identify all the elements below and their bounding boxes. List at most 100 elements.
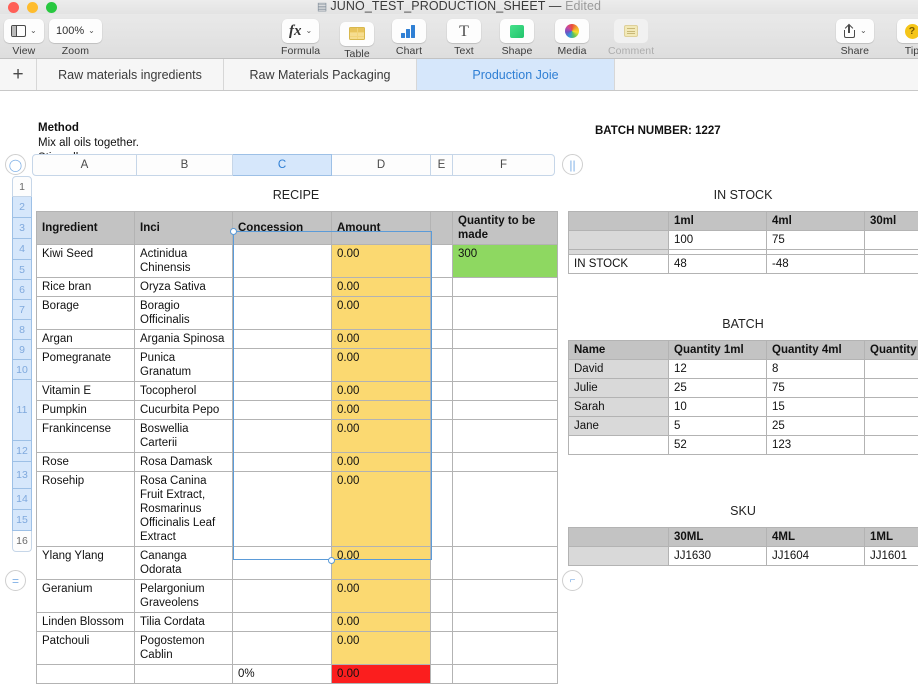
row-header-10[interactable]: 10 bbox=[12, 360, 32, 380]
cell-inci[interactable]: Rosa Canina Fruit Extract, Rosmarinus Of… bbox=[135, 472, 233, 547]
cell-concession[interactable] bbox=[233, 330, 332, 349]
cell-spacer[interactable] bbox=[431, 547, 453, 580]
recipe-col-ingredient[interactable]: Ingredient bbox=[37, 212, 135, 245]
cell-q1ml[interactable]: 10 bbox=[669, 398, 767, 417]
row-header-7[interactable]: 7 bbox=[12, 300, 32, 320]
cell-ingredient[interactable]: Rose bbox=[37, 453, 135, 472]
cell-concession[interactable] bbox=[233, 613, 332, 632]
cell-q30ml[interactable] bbox=[865, 360, 918, 379]
row-header-6[interactable]: 6 bbox=[12, 280, 32, 300]
text-button[interactable]: T bbox=[447, 19, 481, 43]
column-header-b[interactable]: B bbox=[137, 154, 233, 176]
cell-spacer[interactable] bbox=[431, 401, 453, 420]
sku-col-4ml[interactable]: 4ML bbox=[767, 528, 865, 547]
media-button[interactable] bbox=[555, 19, 589, 43]
cell-quantity[interactable]: 300 bbox=[453, 245, 558, 278]
cell-quantity[interactable] bbox=[453, 472, 558, 547]
cell-amount[interactable]: 0.00 bbox=[332, 382, 431, 401]
cell-ingredient[interactable]: Linden Blossom bbox=[37, 613, 135, 632]
in-stock-col-blank[interactable] bbox=[569, 212, 669, 231]
method-note[interactable]: Method Mix all oils together. Stir well bbox=[38, 121, 139, 151]
cell-quantity[interactable] bbox=[453, 330, 558, 349]
cell-concession[interactable] bbox=[233, 472, 332, 547]
circle-handle-icon[interactable]: ◯ bbox=[5, 154, 26, 175]
cell-spacer[interactable] bbox=[431, 665, 453, 684]
cell-4ml-total[interactable]: -48 bbox=[767, 255, 865, 274]
cell-inci[interactable] bbox=[135, 665, 233, 684]
cell-ingredient[interactable]: Borage bbox=[37, 297, 135, 330]
cell-amount[interactable]: 0.00 bbox=[332, 297, 431, 330]
recipe-col-amount[interactable]: Amount bbox=[332, 212, 431, 245]
cell-inci[interactable]: Actinidua Chinensis bbox=[135, 245, 233, 278]
row-header-2[interactable]: 2 bbox=[12, 197, 32, 218]
corner-handle-icon[interactable]: ⌐ bbox=[562, 570, 583, 591]
cell-inci[interactable]: Cucurbita Pepo bbox=[135, 401, 233, 420]
share-button[interactable]: ⌄ bbox=[836, 19, 874, 43]
cell-amount-total[interactable]: 0.00 bbox=[332, 665, 431, 684]
cell-concession[interactable] bbox=[233, 453, 332, 472]
cell-concession[interactable] bbox=[233, 401, 332, 420]
sku-col-1ml[interactable]: 1ML bbox=[865, 528, 918, 547]
column-header-c[interactable]: C bbox=[233, 154, 332, 176]
cell-spacer[interactable] bbox=[431, 420, 453, 453]
cell-ingredient[interactable]: Vitamin E bbox=[37, 382, 135, 401]
cell-q4ml[interactable]: 15 bbox=[767, 398, 865, 417]
cell-label-in-stock[interactable]: IN STOCK bbox=[569, 255, 669, 274]
cell-spacer[interactable] bbox=[431, 349, 453, 382]
in-stock-col-4ml[interactable]: 4ml bbox=[767, 212, 865, 231]
row-header-15[interactable]: 15 bbox=[12, 510, 32, 531]
cell-ingredient[interactable]: Pomegranate bbox=[37, 349, 135, 382]
cell-name[interactable]: Julie bbox=[569, 379, 669, 398]
cell-q1ml[interactable]: 5 bbox=[669, 417, 767, 436]
tips-button[interactable]: ? bbox=[897, 19, 918, 43]
selection-handle-bottom[interactable] bbox=[328, 557, 335, 564]
sheet-tab-raw-materials-ingredients[interactable]: Raw materials ingredients bbox=[37, 59, 224, 90]
column-header-a[interactable]: A bbox=[32, 154, 137, 176]
cell-q30ml[interactable] bbox=[865, 417, 918, 436]
cell-ingredient[interactable]: Frankincense bbox=[37, 420, 135, 453]
cell-quantity[interactable] bbox=[453, 632, 558, 665]
pause-handle-icon[interactable]: || bbox=[562, 154, 583, 175]
cell-amount[interactable]: 0.00 bbox=[332, 330, 431, 349]
sku-col-blank[interactable] bbox=[569, 528, 669, 547]
cell-amount[interactable]: 0.00 bbox=[332, 401, 431, 420]
cell-concession[interactable] bbox=[233, 382, 332, 401]
view-button[interactable]: ⌄ bbox=[4, 19, 44, 43]
cell-quantity[interactable] bbox=[453, 382, 558, 401]
cell-concession[interactable] bbox=[233, 632, 332, 665]
cell-concession[interactable] bbox=[233, 547, 332, 580]
cell-label[interactable] bbox=[569, 547, 669, 566]
add-sheet-button[interactable]: + bbox=[0, 59, 37, 90]
recipe-col-concession[interactable]: Concession bbox=[233, 212, 332, 245]
cell-inci[interactable]: Tilia Cordata bbox=[135, 613, 233, 632]
cell-q4ml[interactable]: 75 bbox=[767, 379, 865, 398]
cell-sku-30ml[interactable]: JJ1630 bbox=[669, 547, 767, 566]
cell-concession[interactable] bbox=[233, 580, 332, 613]
cell-inci[interactable]: Pogostemon Cablin bbox=[135, 632, 233, 665]
cell-ingredient[interactable]: Geranium bbox=[37, 580, 135, 613]
cell-name[interactable]: Sarah bbox=[569, 398, 669, 417]
cell-quantity[interactable] bbox=[453, 278, 558, 297]
cell-amount[interactable]: 0.00 bbox=[332, 349, 431, 382]
batch-col-q4ml[interactable]: Quantity 4ml bbox=[767, 341, 865, 360]
cell-amount[interactable]: 0.00 bbox=[332, 632, 431, 665]
cell-amount[interactable]: 0.00 bbox=[332, 420, 431, 453]
row-header-1[interactable]: 1 bbox=[12, 176, 32, 197]
cell-ingredient[interactable]: Rosehip bbox=[37, 472, 135, 547]
cell-spacer[interactable] bbox=[431, 297, 453, 330]
cell-concession[interactable] bbox=[233, 278, 332, 297]
cell-inci[interactable]: Tocopherol bbox=[135, 382, 233, 401]
row-header-14[interactable]: 14 bbox=[12, 489, 32, 510]
cell-inci[interactable]: Rosa Damask bbox=[135, 453, 233, 472]
cell-quantity[interactable] bbox=[453, 401, 558, 420]
shape-button[interactable] bbox=[500, 19, 534, 43]
cell-quantity[interactable] bbox=[453, 420, 558, 453]
cell-q1ml[interactable]: 12 bbox=[669, 360, 767, 379]
cell-q4ml[interactable]: 8 bbox=[767, 360, 865, 379]
cell-quantity[interactable] bbox=[453, 297, 558, 330]
cell-q30ml-total[interactable] bbox=[865, 436, 918, 455]
cell-inci[interactable]: Oryza Sativa bbox=[135, 278, 233, 297]
cell-30ml[interactable] bbox=[865, 231, 918, 250]
cell-spacer[interactable] bbox=[431, 330, 453, 349]
cell-quantity[interactable] bbox=[453, 580, 558, 613]
